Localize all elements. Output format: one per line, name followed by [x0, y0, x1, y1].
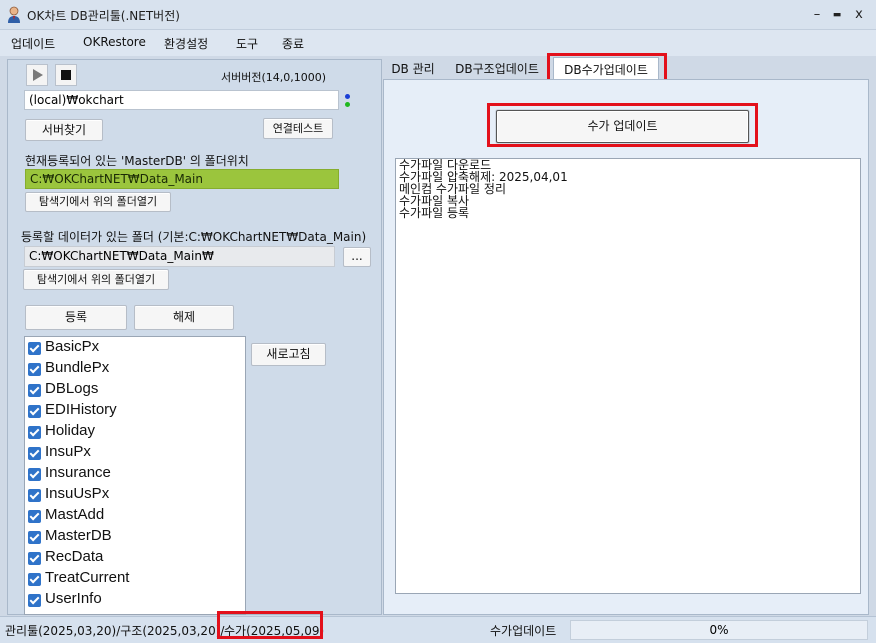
- find-server-button[interactable]: 서버찾기: [25, 119, 103, 141]
- register-button[interactable]: 등록: [25, 305, 127, 330]
- data-folder-field[interactable]: C:₩OKChartNET₩Data_Main₩: [24, 246, 335, 267]
- server-version-label: 서버버전(14,0,1000): [221, 71, 327, 84]
- play-icon: [33, 69, 43, 81]
- checkbox-checked-icon[interactable]: [28, 342, 41, 355]
- minimize-button[interactable]: –: [808, 6, 826, 24]
- database-list-item[interactable]: InsuPx: [25, 442, 245, 463]
- database-name: TreatCurrent: [45, 569, 130, 586]
- checkbox-checked-icon[interactable]: [28, 426, 41, 439]
- browse-folder-button[interactable]: ...: [343, 247, 371, 267]
- database-list-item[interactable]: Holiday: [25, 421, 245, 442]
- progress-text: 0%: [709, 623, 729, 637]
- connection-test-button[interactable]: 연결테스트: [263, 118, 333, 139]
- unregister-button[interactable]: 해제: [134, 305, 234, 330]
- menu-okrestore[interactable]: OKRestore: [83, 35, 146, 49]
- checkbox-checked-icon[interactable]: [28, 489, 41, 502]
- database-name: DBLogs: [45, 380, 99, 397]
- database-name: Holiday: [45, 422, 96, 439]
- tab-db-structure-update[interactable]: DB구조업데이트: [449, 57, 545, 80]
- checkbox-checked-icon[interactable]: [28, 447, 41, 460]
- status-dot-blue: [345, 94, 350, 99]
- right-panel: 수가 업데이트 수가파일 다운로드 수가파일 압축해제: 2025,04,01 메인…: [383, 79, 869, 615]
- database-list-item[interactable]: UserInfo: [25, 589, 245, 610]
- masterdb-folder-field[interactable]: C:₩OKChartNET₩Data_Main: [25, 169, 339, 189]
- checkbox-checked-icon[interactable]: [28, 468, 41, 481]
- menu-tools[interactable]: 도구: [236, 35, 258, 52]
- database-name: MastAdd: [45, 506, 105, 523]
- open-masterdb-folder-button[interactable]: 탐색기에서 위의 폴더열기: [25, 192, 171, 212]
- current-task-status: 수가업데이트: [490, 624, 557, 638]
- checkbox-checked-icon[interactable]: [28, 573, 41, 586]
- checkbox-checked-icon[interactable]: [28, 363, 41, 376]
- status-dot-green: [345, 102, 350, 107]
- version-status: 관리툴(2025,03,20)/구조(2025,03,20)/: [5, 624, 225, 638]
- window-title: OK차트 DB관리툴(.NET버전): [27, 9, 180, 23]
- checkbox-checked-icon[interactable]: [28, 594, 41, 607]
- menu-exit[interactable]: 종료: [282, 35, 304, 52]
- maximize-button[interactable]: ▬: [828, 6, 846, 24]
- status-bar: 관리툴(2025,03,20)/구조(2025,03,20)/ 수가(2025,…: [0, 616, 876, 643]
- database-list-item[interactable]: DBLogs: [25, 379, 245, 400]
- update-log: 수가파일 다운로드 수가파일 압축해제: 2025,04,01 메인컴 수가파일 정…: [395, 158, 861, 594]
- database-name: InsuPx: [45, 443, 91, 460]
- stop-button[interactable]: [55, 64, 77, 86]
- fee-version-highlight-box: [217, 611, 323, 639]
- database-name: BasicPx: [45, 338, 100, 355]
- database-list-item[interactable]: EDIHistory: [25, 400, 245, 421]
- database-list-item[interactable]: MasterDB: [25, 526, 245, 547]
- log-line: 수가파일 등록: [399, 206, 470, 220]
- left-panel: 서버버전(14,0,1000) (local)₩okchart 서버찾기 연결테…: [7, 59, 382, 615]
- database-list-item[interactable]: InsuUsPx: [25, 484, 245, 505]
- database-name: MasterDB: [45, 527, 112, 544]
- title-bar: OK차트 DB관리툴(.NET버전) – ▬ x: [0, 0, 876, 30]
- open-data-folder-button[interactable]: 탐색기에서 위의 폴더열기: [23, 269, 169, 290]
- app-user-icon: [8, 6, 20, 23]
- menu-update[interactable]: 업데이트: [11, 35, 55, 52]
- database-list-item[interactable]: Insurance: [25, 463, 245, 484]
- stop-icon: [61, 70, 71, 80]
- checkbox-checked-icon[interactable]: [28, 384, 41, 397]
- progress-bar: 0%: [570, 620, 868, 640]
- database-name: InsuUsPx: [45, 485, 110, 502]
- checkbox-checked-icon[interactable]: [28, 552, 41, 565]
- database-list-item[interactable]: BasicPx: [25, 337, 245, 358]
- checkbox-checked-icon[interactable]: [28, 531, 41, 544]
- database-name: EDIHistory: [45, 401, 117, 418]
- menu-settings[interactable]: 환경설정: [164, 35, 208, 52]
- menu-bar: 업데이트 OKRestore 환경설정 도구 종료: [0, 30, 876, 56]
- database-list-item[interactable]: RecData: [25, 547, 245, 568]
- tab-db-manage[interactable]: DB 관리: [383, 57, 443, 80]
- checkbox-checked-icon[interactable]: [28, 510, 41, 523]
- database-list-item[interactable]: BundlePx: [25, 358, 245, 379]
- masterdb-folder-label: 현재등록되어 있는 'MasterDB' 의 폴더위치: [25, 154, 249, 168]
- database-name: BundlePx: [45, 359, 110, 376]
- update-button-highlight-box: [487, 103, 758, 147]
- close-button[interactable]: x: [850, 6, 868, 24]
- database-name: RecData: [45, 548, 104, 565]
- database-list-item[interactable]: TreatCurrent: [25, 568, 245, 589]
- database-name: Insurance: [45, 464, 111, 481]
- play-button[interactable]: [26, 64, 48, 86]
- database-name: UserInfo: [45, 590, 102, 607]
- database-list-item[interactable]: MastAdd: [25, 505, 245, 526]
- data-folder-label: 등록할 데이터가 있는 폴더 (기본:C:₩OKChartNET₩Data_Ma…: [21, 230, 367, 244]
- database-checklist: BasicPx BundlePx DBLogs EDIHistory Holiday In…: [24, 336, 246, 615]
- checkbox-checked-icon[interactable]: [28, 405, 41, 418]
- refresh-button[interactable]: 새로고침: [251, 343, 326, 366]
- server-address-field[interactable]: (local)₩okchart: [24, 90, 339, 110]
